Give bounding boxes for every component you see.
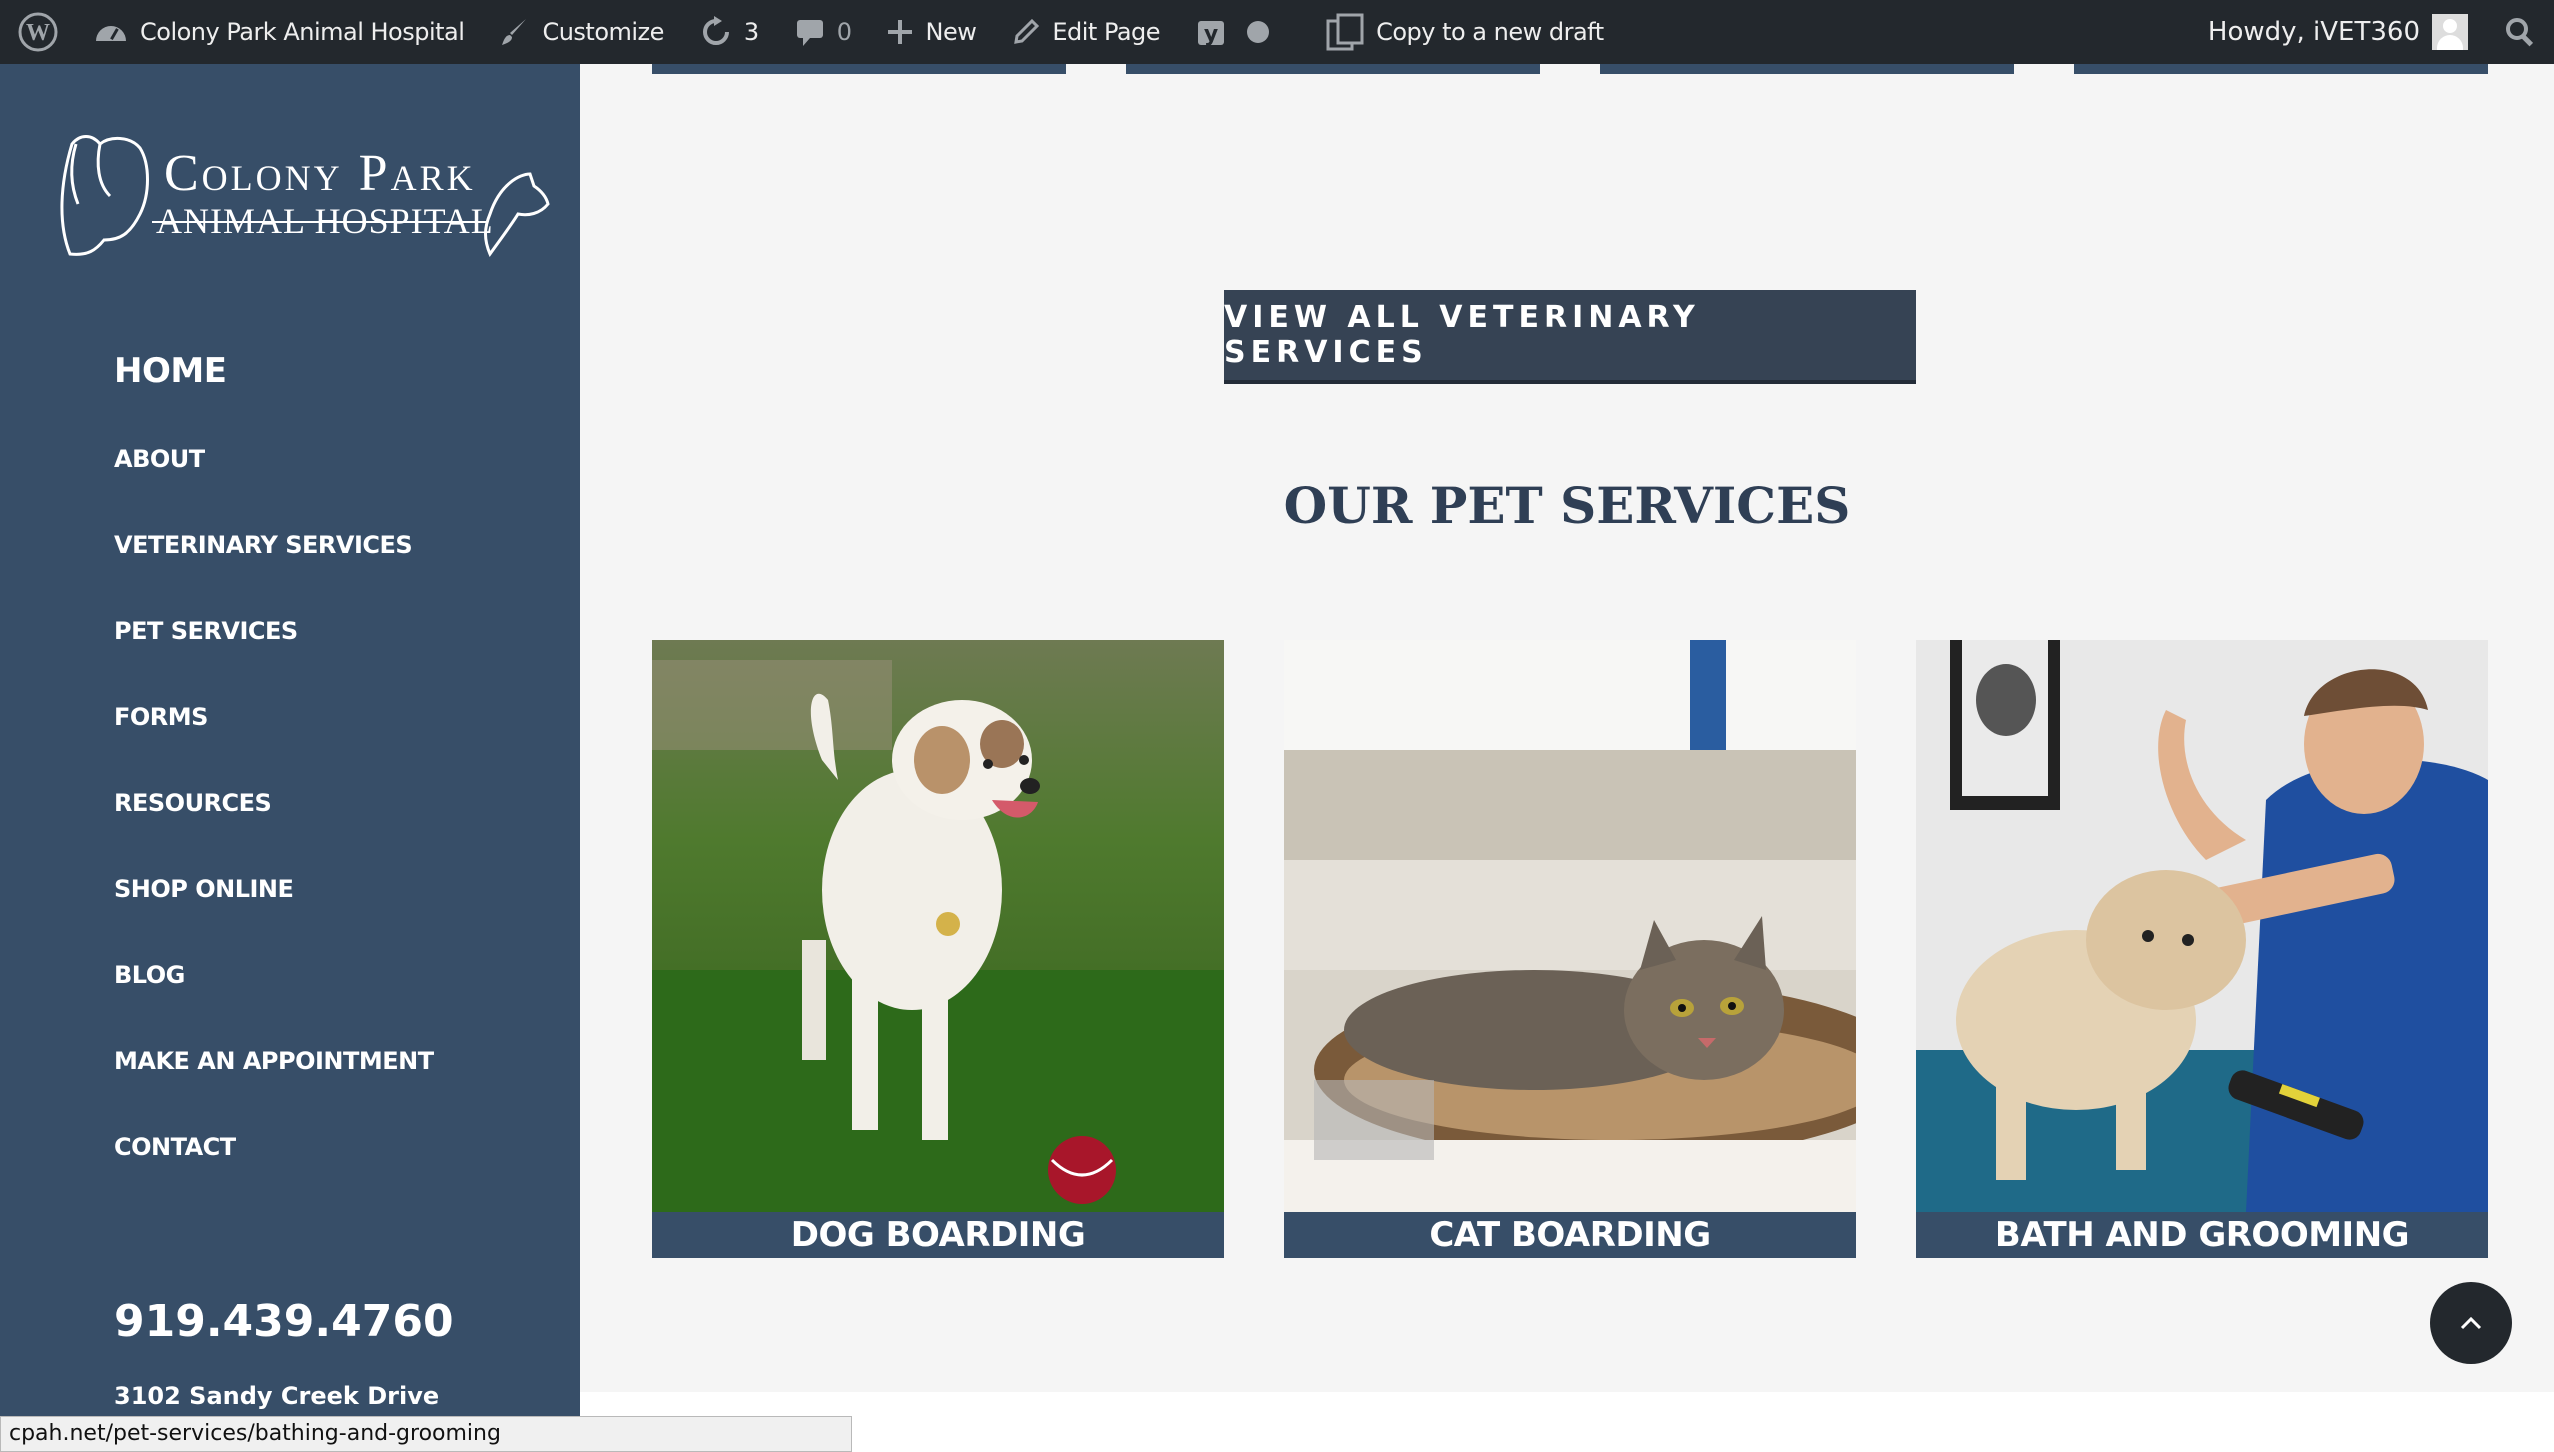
yoast-seo-menu[interactable]: y (1178, 0, 1288, 64)
updates-count: 3 (743, 18, 759, 46)
main-navigation: HOME ABOUT VETERINARY SERVICES PET SERVI… (114, 326, 434, 1190)
edit-page-link[interactable]: Edit Page (994, 0, 1178, 64)
bath-and-grooming-caption: BATH AND GROOMING (1916, 1212, 2488, 1258)
copy-draft-link[interactable]: Copy to a new draft (1308, 0, 1622, 64)
new-content-menu[interactable]: New (869, 0, 994, 64)
svg-text:y: y (1204, 22, 1218, 47)
site-name-menu[interactable]: Colony Park Animal Hospital (76, 0, 482, 64)
admin-search-button[interactable] (2486, 0, 2554, 64)
logo-line-1: Colony Park (164, 145, 476, 202)
search-icon (2506, 18, 2534, 47)
site-name-label: Colony Park Animal Hospital (140, 18, 465, 46)
howdy-label: Howdy, iVET360 (2207, 17, 2420, 47)
cat-boarding-caption: CAT BOARDING (1284, 1212, 1856, 1258)
bath-and-grooming-photo (1916, 640, 2488, 1212)
plus-icon (888, 20, 913, 44)
customize-menu[interactable]: Customize (482, 0, 681, 64)
nav-make-an-appointment[interactable]: MAKE AN APPOINTMENT (114, 1018, 434, 1104)
previous-card-edge (1600, 64, 2014, 74)
nav-blog[interactable]: BLOG (114, 932, 434, 1018)
logo-line-2: ANIMAL HOSPITAL (156, 201, 494, 241)
copy-draft-label: Copy to a new draft (1376, 18, 1604, 46)
service-card-bath-and-grooming[interactable]: BATH AND GROOMING (1916, 640, 2488, 1258)
avatar (2432, 14, 2468, 50)
service-card-dog-boarding[interactable]: DOG BOARDING (652, 640, 1224, 1258)
wordpress-logo-icon[interactable]: W (0, 0, 76, 64)
brush-icon (502, 19, 527, 45)
refresh-icon (702, 16, 729, 45)
nav-veterinary-services[interactable]: VETERINARY SERVICES (114, 502, 434, 588)
address: 3102 Sandy Creek Drive (114, 1382, 440, 1410)
comments-menu[interactable]: 0 (777, 0, 870, 64)
nav-forms[interactable]: FORMS (114, 674, 434, 760)
service-card-cat-boarding[interactable]: CAT BOARDING (1284, 640, 1856, 1258)
previous-card-edge (2074, 64, 2488, 74)
nav-resources[interactable]: RESOURCES (114, 760, 434, 846)
browser-status-url: cpah.net/pet-services/bathing-and-groomi… (0, 1416, 852, 1452)
comments-count: 0 (836, 18, 852, 46)
copy-icon (1326, 13, 1364, 51)
updates-menu[interactable]: 3 (682, 0, 777, 64)
edit-page-label: Edit Page (1052, 18, 1161, 46)
nav-shop-online[interactable]: SHOP ONLINE (114, 846, 434, 932)
back-to-top-button[interactable] (2430, 1282, 2512, 1364)
sidebar: Colony Park ANIMAL HOSPITAL HOME ABOUT V… (0, 64, 580, 1452)
comment-icon (796, 20, 823, 46)
view-all-veterinary-services-button[interactable]: VIEW ALL VETERINARY SERVICES (1224, 290, 1916, 384)
svg-text:W: W (26, 20, 50, 46)
dashboard-icon (96, 26, 126, 41)
site-logo[interactable]: Colony Park ANIMAL HOSPITAL (0, 64, 580, 284)
section-title: OUR PET SERVICES (1283, 476, 1851, 535)
customize-label: Customize (542, 18, 664, 46)
admin-bar: W Colony Park Animal Hospital Customize … (0, 0, 2554, 64)
nav-about[interactable]: ABOUT (114, 416, 434, 502)
previous-card-edge (652, 64, 1066, 74)
phone-number[interactable]: 919.439.4760 (114, 1296, 454, 1347)
nav-pet-services[interactable]: PET SERVICES (114, 588, 434, 674)
previous-card-edge (1126, 64, 1540, 74)
new-label: New (925, 18, 977, 46)
nav-contact[interactable]: CONTACT (114, 1104, 434, 1190)
nav-home[interactable]: HOME (114, 326, 434, 416)
chevron-up-icon (2460, 1316, 2482, 1330)
dog-boarding-caption: DOG BOARDING (652, 1212, 1224, 1258)
seo-status-dot-icon (1247, 21, 1270, 43)
footer-edge (580, 1392, 2554, 1452)
yoast-icon: y (1198, 21, 1225, 47)
account-menu[interactable]: Howdy, iVET360 (2190, 0, 2486, 64)
pencil-icon (1014, 18, 1040, 44)
dog-boarding-photo (652, 640, 1224, 1212)
cat-boarding-photo (1284, 640, 1856, 1212)
